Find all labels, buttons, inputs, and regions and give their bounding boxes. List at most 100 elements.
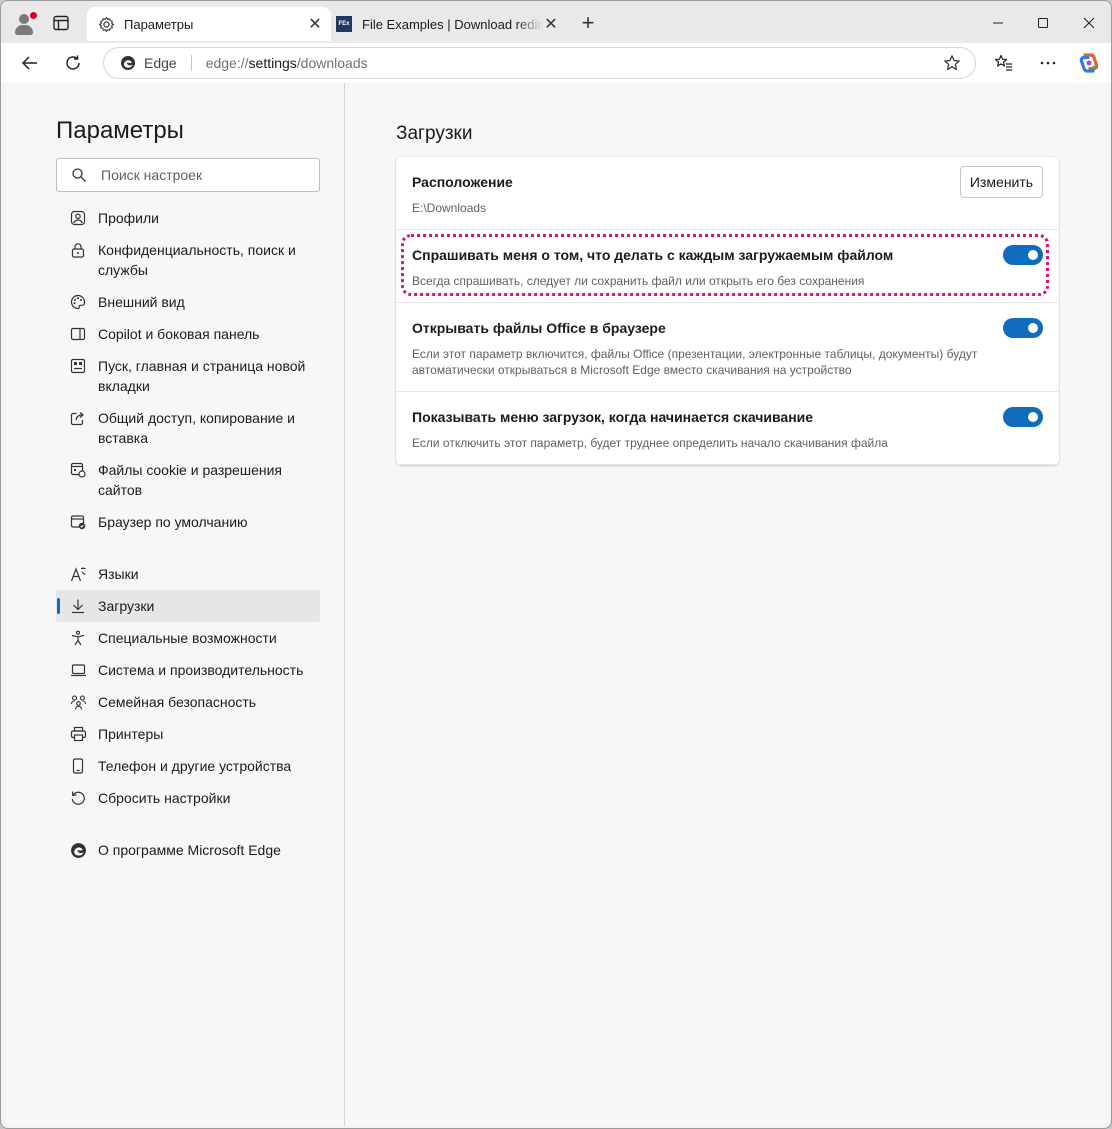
maximize-icon [1038, 18, 1048, 28]
avatar-head [19, 14, 29, 24]
location-path: E:\Downloads [412, 201, 487, 215]
sidebar-item-copilot[interactable]: Copilot и боковая панель [56, 324, 320, 344]
tab-settings[interactable]: Параметры ✕ [87, 7, 331, 41]
setting-description: Всегда спрашивать, следует ли сохранить … [412, 274, 865, 288]
setting-row-open-office-files: Открывать файлы Office в браузере Если э… [396, 303, 1059, 392]
toolbar: Edge edge://settings/downloads [1, 43, 1111, 83]
maximize-button[interactable] [1031, 11, 1055, 35]
open-office-files-toggle[interactable] [1003, 318, 1043, 338]
downloads-card: Расположение E:\Downloads Изменить Спраш… [396, 157, 1059, 465]
fex-favicon-icon: FEx [335, 15, 353, 33]
close-window-button[interactable] [1077, 11, 1101, 35]
home-grid-icon [69, 357, 87, 375]
close-tab-icon[interactable]: ✕ [543, 16, 559, 33]
sidebar-item-system[interactable]: Система и производительность [56, 660, 320, 680]
sidebar-item-label: Copilot и боковая панель [98, 326, 260, 342]
vertical-tabs-icon [53, 15, 69, 31]
accessibility-icon [69, 629, 87, 647]
sidebar-item-default-browser[interactable]: Браузер по умолчанию [56, 512, 320, 532]
url-text: edge://settings/downloads [206, 55, 368, 71]
show-downloads-menu-toggle[interactable] [1003, 407, 1043, 427]
sidebar-item-label: Сбросить настройки [98, 790, 231, 806]
download-icon [69, 597, 87, 615]
sidebar-item-privacy[interactable]: Конфиденциальность, поиск и службы [56, 240, 320, 280]
change-location-button[interactable]: Изменить [960, 166, 1043, 198]
sidebar-item-reset[interactable]: Сбросить настройки [56, 788, 320, 808]
ask-each-download-toggle[interactable] [1003, 245, 1043, 265]
settings-search[interactable] [56, 158, 320, 192]
close-tab-icon[interactable]: ✕ [307, 16, 323, 33]
sidebar-item-languages[interactable]: Языки [56, 564, 320, 584]
reset-icon [69, 789, 87, 807]
favicon-text: FEx [336, 16, 352, 32]
more-options-button[interactable] [1036, 51, 1060, 75]
sidebar-item-profiles[interactable]: Профили [56, 208, 320, 228]
sidebar-item-cookies[interactable]: Файлы cookie и разрешения сайтов [56, 460, 320, 500]
sidebar-item-label: Система и производительность [98, 662, 304, 678]
sidebar-item-family[interactable]: Семейная безопасность [56, 692, 320, 712]
default-browser-icon [69, 513, 87, 531]
url-prefix: edge:// [205, 55, 249, 71]
minimize-button[interactable] [986, 11, 1010, 35]
copilot-button[interactable] [1077, 51, 1101, 75]
sidebar-item-accessibility[interactable]: Специальные возможности [56, 628, 320, 648]
share-icon [69, 409, 87, 427]
address-bar[interactable]: Edge edge://settings/downloads [103, 47, 976, 79]
sidebar-icon [69, 325, 87, 343]
site-name: Edge [144, 55, 177, 71]
tab-title: File Examples | Download redirect [362, 16, 543, 32]
favorites-button[interactable] [992, 51, 1016, 75]
page-title: Загрузки [396, 123, 473, 144]
tab-bar: Параметры ✕ FEx File Examples | Download… [1, 1, 1111, 45]
sidebar-item-label: Файлы cookie и разрешения сайтов [98, 462, 282, 498]
back-button[interactable] [18, 51, 42, 75]
laptop-icon [69, 661, 87, 679]
downloads-settings-panel: Загрузки Расположение E:\Downloads Измен… [346, 83, 1109, 1126]
sidebar-item-start-home[interactable]: Пуск, главная и страница новой вкладки [56, 356, 320, 396]
printer-icon [69, 725, 87, 743]
phone-icon [69, 757, 87, 775]
setting-row-show-downloads-menu: Показывать меню загрузок, когда начинает… [396, 392, 1059, 465]
sidebar-item-share[interactable]: Общий доступ, копирование и вставка [56, 408, 320, 448]
sidebar-item-printers[interactable]: Принтеры [56, 724, 320, 744]
sidebar-item-about[interactable]: О программе Microsoft Edge [56, 840, 320, 860]
setting-description: Если этот параметр включится, файлы Offi… [412, 347, 978, 377]
profile-avatar-button[interactable] [11, 10, 37, 36]
sidebar-item-label: Языки [98, 566, 139, 582]
favorites-list-icon [994, 54, 1012, 71]
setting-title: Спрашивать меня о том, что делать с кажд… [412, 247, 894, 263]
location-row: Расположение E:\Downloads Изменить [396, 157, 1059, 230]
add-favorite-star-icon[interactable] [943, 54, 961, 72]
settings-sidebar: Параметры Профили Конфиденциальность, по… [5, 83, 345, 1126]
url-main: settings [248, 55, 297, 71]
refresh-icon [66, 55, 80, 70]
sidebar-item-label: Специальные возможности [98, 630, 277, 646]
sidebar-item-phone[interactable]: Телефон и другие устройства [56, 756, 320, 776]
back-arrow-icon [21, 56, 37, 70]
sidebar-title: Параметры [56, 117, 184, 144]
tab-file-examples[interactable]: FEx File Examples | Download redirect ✕ [333, 7, 567, 41]
settings-page: Параметры Профили Конфиденциальность, по… [5, 83, 1109, 1126]
location-title: Расположение [412, 174, 513, 190]
setting-title: Открывать файлы Office в браузере [412, 320, 666, 336]
new-tab-button[interactable]: + [577, 12, 599, 35]
sidebar-item-label: О программе Microsoft Edge [98, 842, 281, 858]
tab-actions-button[interactable] [51, 13, 71, 33]
edge-logo-icon [69, 841, 87, 859]
avatar-body [15, 25, 33, 35]
language-icon [69, 565, 87, 583]
gear-icon [97, 15, 115, 33]
copilot-icon [1079, 53, 1099, 73]
search-input[interactable] [101, 167, 301, 183]
sidebar-item-appearance[interactable]: Внешний вид [56, 292, 320, 312]
sidebar-item-label: Конфиденциальность, поиск и службы [98, 242, 296, 278]
sidebar-item-label: Телефон и другие устройства [98, 758, 292, 774]
ellipsis-icon [1040, 61, 1056, 65]
sidebar-item-downloads[interactable]: Загрузки [56, 590, 320, 622]
refresh-button[interactable] [61, 51, 85, 75]
search-icon [72, 168, 86, 182]
family-icon [69, 693, 87, 711]
close-icon [1083, 17, 1095, 29]
cookie-icon [69, 461, 87, 479]
notification-dot [30, 12, 37, 19]
